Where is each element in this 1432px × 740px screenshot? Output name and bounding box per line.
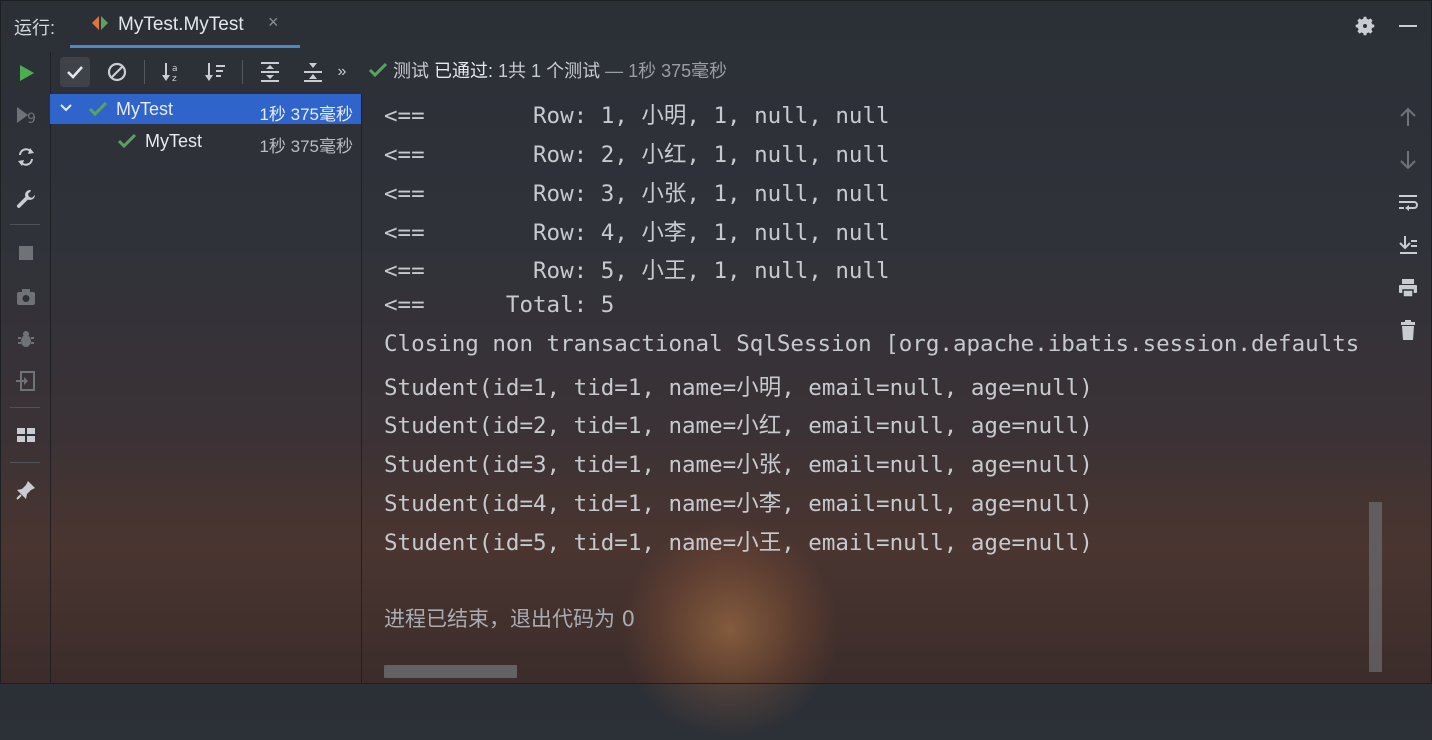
window-frame xyxy=(0,0,1432,684)
